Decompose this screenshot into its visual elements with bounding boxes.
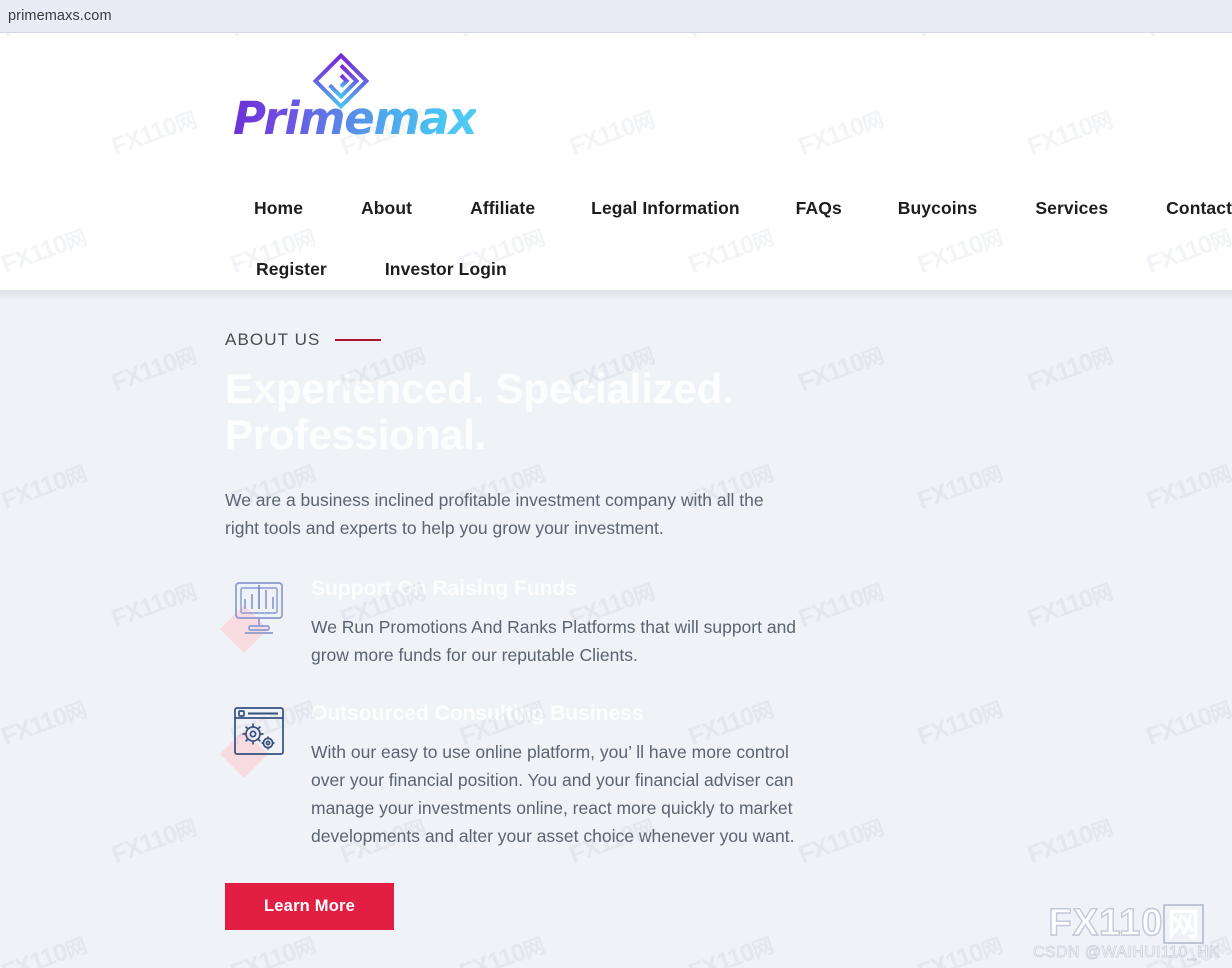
site-logo[interactable]: Primemax xyxy=(233,50,478,170)
logo-wordmark: Primemax xyxy=(233,92,478,145)
learn-more-button[interactable]: Learn More xyxy=(225,883,394,930)
nav-item-buycoins[interactable]: Buycoins xyxy=(898,198,978,219)
nav-row-primary: Home About Affiliate Legal Information F… xyxy=(0,176,1232,241)
feature-title: Outsourced Consulting Business xyxy=(311,702,644,725)
about-intro-text: We are a business inclined profitable in… xyxy=(225,490,764,538)
nav-item-investor-login[interactable]: Investor Login xyxy=(385,259,507,280)
browser-url-bar[interactable]: primemaxs.com xyxy=(0,0,1232,33)
feature-item: Support On Raising Funds We Run Promotio… xyxy=(219,576,845,669)
feature-body: Support On Raising Funds We Run Promotio… xyxy=(311,576,801,669)
eyebrow-rule xyxy=(335,339,382,341)
browser-gears-icon xyxy=(219,705,291,779)
nav-item-faqs[interactable]: FAQs xyxy=(796,198,842,219)
feature-item: Outsourced Consulting Business With our … xyxy=(219,701,845,850)
nav-item-register[interactable]: Register xyxy=(256,259,327,280)
page-title: Experienced. Specialized. Professional. xyxy=(225,365,734,458)
main-navigation: Home About Affiliate Legal Information F… xyxy=(0,176,1232,299)
section-eyebrow: ABOUT US xyxy=(225,328,845,352)
eyebrow-label: ABOUT US xyxy=(225,330,321,349)
nav-item-home[interactable]: Home xyxy=(254,198,303,219)
nav-item-legal-information[interactable]: Legal Information xyxy=(591,198,740,219)
nav-item-affiliate[interactable]: Affiliate xyxy=(470,198,535,219)
about-content: ABOUT US Experienced. Specialized. Profe… xyxy=(219,328,845,930)
nav-item-contact[interactable]: Contact xyxy=(1166,198,1232,219)
feature-title: Support On Raising Funds xyxy=(311,577,577,600)
nav-row-secondary: Register Investor Login xyxy=(0,239,1232,299)
url-text: primemaxs.com xyxy=(8,8,112,24)
feature-body: Outsourced Consulting Business With our … xyxy=(311,701,801,850)
feature-description: We Run Promotions And Ranks Platforms th… xyxy=(311,617,797,665)
nav-item-about[interactable]: About xyxy=(361,198,412,219)
about-section: ABOUT US Experienced. Specialized. Profe… xyxy=(0,290,1232,968)
feature-description: With our easy to use online platform, yo… xyxy=(311,742,795,846)
nav-item-services[interactable]: Services xyxy=(1035,198,1108,219)
site-header: Primemax Home About Affiliate Legal Info… xyxy=(0,33,1232,290)
page-root: primemaxs.com Primemax Home About Affili… xyxy=(0,0,1232,968)
monitor-bar-chart-icon xyxy=(219,580,291,654)
